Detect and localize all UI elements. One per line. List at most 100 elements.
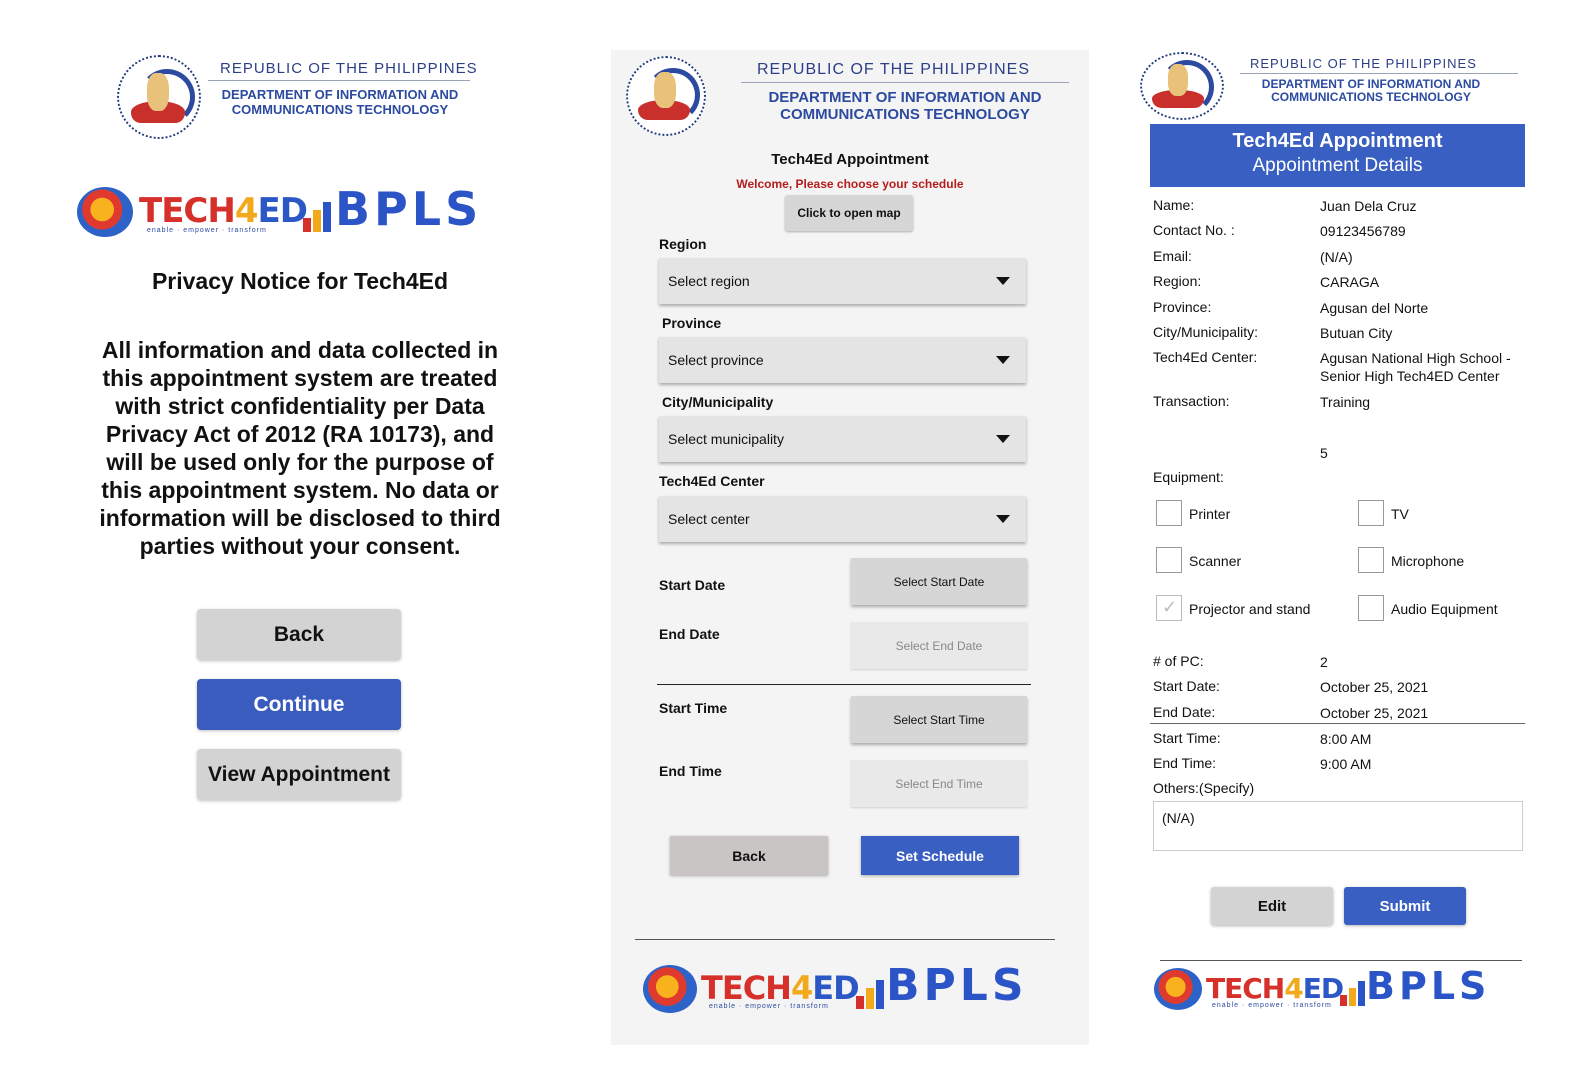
microphone-label: Microphone [1391, 553, 1465, 569]
center-select-value: Select center [668, 511, 750, 527]
center-value: Agusan National High School - Senior Hig… [1320, 349, 1511, 385]
province-select-value: Select province [668, 352, 764, 368]
welcome-message: Welcome, Please choose your schedule [736, 177, 964, 191]
department-name: DEPARTMENT OF INFORMATION AND COMMUNICAT… [205, 87, 475, 117]
email-value: (N/A) [1320, 249, 1353, 265]
tech4ed-logo: TECH4ED enable · empower · transform [643, 963, 860, 1013]
province-value: Agusan del Norte [1320, 300, 1429, 316]
edit-button[interactable]: Edit [1211, 887, 1333, 925]
bpls-logo: BPLS [303, 182, 525, 236]
republic-text: REPUBLIC OF THE PHILIPPINES [1250, 56, 1477, 71]
tv-checkbox[interactable] [1358, 500, 1384, 526]
transaction-value: Training [1320, 394, 1371, 410]
start-time-value: 8:00 AM [1320, 731, 1372, 747]
audio-equipment-label: Audio Equipment [1391, 601, 1498, 617]
privacy-notice-screen: REPUBLIC OF THE PHILIPPINES DEPARTMENT O… [0, 0, 600, 1080]
continue-button[interactable]: Continue [197, 679, 401, 730]
end-date-value: October 25, 2021 [1320, 705, 1429, 721]
footer-divider [635, 939, 1055, 940]
city-select[interactable]: Select municipality [659, 416, 1026, 462]
projector-checkbox[interactable] [1156, 595, 1182, 621]
date-time-divider [1150, 723, 1525, 724]
tech4ed-tagline: enable · empower · transform [1212, 1002, 1332, 1009]
header-divider [208, 80, 470, 81]
submit-button[interactable]: Submit [1344, 887, 1466, 925]
department-name: DEPARTMENT OF INFORMATION AND COMMUNICAT… [741, 89, 1069, 124]
select-start-date-button[interactable]: Select Start Date [851, 558, 1027, 605]
city-value: Butuan City [1320, 325, 1393, 341]
department-line-2: COMMUNICATIONS TECHNOLOGY [1271, 90, 1471, 105]
department-name: DEPARTMENT OF INFORMATION AND COMMUNICAT… [1236, 77, 1506, 105]
bpls-wordmark: BPLS [886, 960, 1028, 1011]
center-value-line-2: Senior High Tech4ED Center [1320, 368, 1500, 384]
email-key: Email: [1153, 248, 1192, 264]
microphone-checkbox[interactable] [1358, 547, 1384, 573]
details-subtitle: Appointment Details [1252, 155, 1423, 176]
details-header: Tech4Ed Appointment Appointment Details [1150, 124, 1525, 187]
dict-seal-logo [117, 55, 201, 139]
header-divider [1240, 73, 1518, 74]
tech4ed-emblem-icon [77, 187, 133, 237]
end-time-value: 9:00 AM [1320, 756, 1372, 772]
tech4ed-emblem-icon [1154, 968, 1202, 1010]
dropdown-arrow-icon [996, 515, 1010, 523]
tech4ed-logo: TECH4ED enable · empower · transform [1154, 966, 1344, 1010]
dropdown-arrow-icon [996, 356, 1010, 364]
privacy-title: Privacy Notice for Tech4Ed [151, 268, 449, 294]
province-select[interactable]: Select province [659, 337, 1026, 383]
footer-divider [1160, 960, 1522, 961]
audio-equipment-checkbox[interactable] [1358, 595, 1384, 621]
bpls-logo: BPLS [856, 960, 1071, 1011]
city-key: City/Municipality: [1153, 324, 1259, 340]
select-end-time-button[interactable]: Select End Time [851, 760, 1027, 807]
section-divider [657, 684, 1031, 685]
start-time-label: Start Time [659, 700, 728, 716]
bpls-bars-icon [856, 980, 884, 1009]
center-value-line-1: Agusan National High School - [1320, 350, 1511, 366]
bpls-logo: BPLS [1340, 964, 1525, 1008]
privacy-body: All information and data collected in th… [99, 337, 501, 559]
printer-checkbox[interactable] [1156, 500, 1182, 526]
others-key: Others:(Specify) [1153, 780, 1255, 796]
transaction-key: Transaction: [1153, 393, 1230, 409]
participant-count-value: 5 [1320, 445, 1328, 461]
bpls-bars-icon [1340, 981, 1365, 1006]
back-button[interactable]: Back [197, 609, 401, 660]
view-appointment-button[interactable]: View Appointment [197, 749, 401, 800]
department-line-1: DEPARTMENT OF INFORMATION AND [768, 89, 1042, 106]
region-key: Region: [1153, 273, 1202, 289]
center-select[interactable]: Select center [659, 496, 1026, 542]
department-line-2: COMMUNICATIONS TECHNOLOGY [780, 105, 1030, 123]
dropdown-arrow-icon [996, 277, 1010, 285]
select-start-time-button[interactable]: Select Start Time [851, 696, 1027, 743]
projector-label: Projector and stand [1189, 601, 1311, 617]
tech4ed-tagline: enable · empower · transform [709, 1003, 829, 1010]
header-divider [741, 82, 1069, 83]
province-label: Province [662, 315, 722, 331]
dropdown-arrow-icon [996, 435, 1010, 443]
republic-text: REPUBLIC OF THE PHILIPPINES [220, 60, 478, 77]
start-time-key: Start Time: [1153, 730, 1221, 746]
back-button[interactable]: Back [670, 836, 828, 875]
contact-value: 09123456789 [1320, 223, 1406, 239]
details-title: Tech4Ed Appointment [1232, 130, 1443, 152]
name-value: Juan Dela Cruz [1320, 198, 1417, 214]
region-value: CARAGA [1320, 274, 1380, 290]
tech4ed-tagline: enable · empower · transform [147, 227, 267, 234]
open-map-button[interactable]: Click to open map [785, 195, 913, 231]
set-schedule-button[interactable]: Set Schedule [861, 836, 1019, 875]
republic-text: REPUBLIC OF THE PHILIPPINES [757, 61, 1030, 78]
department-line-2: COMMUNICATIONS TECHNOLOGY [231, 101, 449, 117]
others-field[interactable]: (N/A) [1153, 801, 1523, 851]
region-select[interactable]: Select region [659, 258, 1026, 304]
printer-label: Printer [1189, 506, 1231, 522]
city-select-value: Select municipality [668, 431, 784, 447]
equipment-key: Equipment: [1153, 469, 1224, 485]
center-key: Tech4Ed Center: [1153, 349, 1258, 365]
end-time-label: End Time [659, 763, 722, 779]
appointment-details-screen: REPUBLIC OF THE PHILIPPINES DEPARTMENT O… [1140, 0, 1593, 1080]
select-end-date-button[interactable]: Select End Date [851, 622, 1027, 669]
scanner-checkbox[interactable] [1156, 547, 1182, 573]
department-line-1: DEPARTMENT OF INFORMATION AND [221, 87, 459, 102]
pc-count-key: # of PC: [1153, 653, 1204, 669]
